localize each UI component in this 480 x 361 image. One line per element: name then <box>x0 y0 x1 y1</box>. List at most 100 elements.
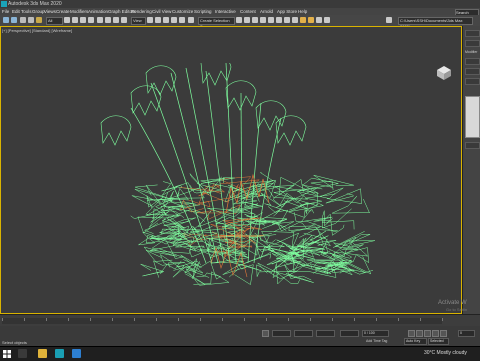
go-to-start-icon[interactable] <box>408 330 415 337</box>
weather-widget[interactable]: 30°C Mostly cloudy <box>424 350 467 356</box>
grass-blade <box>278 176 320 196</box>
modifier-stack[interactable] <box>465 96 480 138</box>
object-name-field[interactable] <box>465 40 480 47</box>
named-selection-dropdown[interactable]: Create Selection Se <box>198 17 235 29</box>
project-path-dropdown[interactable]: C:\Users\SSH\Documents\3ds Max 2020\ <box>398 17 473 29</box>
rotate-icon[interactable] <box>105 17 111 23</box>
next-frame-icon[interactable] <box>432 330 439 337</box>
task-view-icon[interactable] <box>18 349 27 358</box>
render-frame-icon[interactable] <box>300 17 306 23</box>
selected-dropdown[interactable]: Selected <box>428 338 449 345</box>
angle-snap-icon[interactable] <box>163 17 169 23</box>
window-crossing-icon[interactable] <box>88 17 94 23</box>
timeline-tick <box>288 318 289 321</box>
menu-content[interactable]: Content <box>240 8 256 15</box>
frame-counter[interactable]: 0 / 100 <box>362 330 389 337</box>
percent-snap-icon[interactable] <box>171 17 177 23</box>
file-explorer-icon[interactable] <box>38 349 47 358</box>
rectangular-selection-icon[interactable] <box>80 17 86 23</box>
timeline-tick <box>178 318 179 321</box>
leaf-head <box>130 85 162 116</box>
move-icon[interactable] <box>97 17 103 23</box>
workspace-icon[interactable] <box>386 17 392 23</box>
timeline-tick <box>200 318 201 321</box>
windows-start-icon[interactable] <box>3 350 11 358</box>
menu-tools[interactable]: Tools <box>21 8 32 15</box>
bind-space-warp-icon[interactable] <box>36 17 42 23</box>
menu-help[interactable]: Help <box>298 8 307 15</box>
3ds-max-taskbar-icon[interactable] <box>55 349 64 358</box>
grass-model-wireframe[interactable] <box>91 63 431 293</box>
render-setup-icon[interactable] <box>292 17 298 23</box>
menu-customize[interactable]: Customize <box>172 8 193 15</box>
time-config-field[interactable]: 0 <box>458 330 475 337</box>
select-by-name-icon[interactable] <box>72 17 78 23</box>
y-coordinate-field[interactable] <box>294 330 313 337</box>
modifier-list-dropdown[interactable] <box>465 58 480 65</box>
add-time-tag[interactable]: Add Time Tag <box>366 339 387 343</box>
menu-create[interactable]: Create <box>56 8 70 15</box>
x-coordinate-field[interactable] <box>272 330 291 337</box>
layer-explorer-icon[interactable] <box>252 17 258 23</box>
viewport-label[interactable]: [+] [Perspective] [Standard] [Wireframe] <box>2 28 72 33</box>
schematic-view-icon[interactable] <box>276 17 282 23</box>
menu-views[interactable]: Views <box>44 8 56 15</box>
pivot-icon[interactable] <box>147 17 153 23</box>
selection-filter-dropdown[interactable]: All <box>46 17 63 25</box>
previous-frame-icon[interactable] <box>416 330 423 337</box>
menu-arnold[interactable]: Arnold <box>260 8 273 15</box>
render-icon[interactable] <box>308 17 314 23</box>
panel-tabs[interactable] <box>465 30 480 37</box>
panel-row[interactable] <box>465 142 480 149</box>
menu-file[interactable]: File <box>2 8 9 15</box>
scale-icon[interactable] <box>113 17 119 23</box>
menu-edit[interactable]: Edit <box>12 8 20 15</box>
menu-interactive[interactable]: Interactive <box>215 8 236 15</box>
place-icon[interactable] <box>121 17 127 23</box>
activation-watermark-subtitle: Go to Settin <box>446 307 468 312</box>
menu-bar: File Edit Tools Group Views Create Modif… <box>0 8 480 16</box>
menu-animation[interactable]: Animation <box>88 8 108 15</box>
panel-row[interactable] <box>465 78 480 85</box>
menu-civil-view[interactable]: Civil View <box>152 8 171 15</box>
auto-key-button[interactable]: Auto Key <box>404 338 427 345</box>
menu-rendering[interactable]: Rendering <box>131 8 152 15</box>
redo-icon[interactable] <box>11 17 17 23</box>
menu-scripting[interactable]: Scripting <box>194 8 212 15</box>
menu-group[interactable]: Group <box>32 8 45 15</box>
panel-row[interactable] <box>465 68 480 75</box>
grass-blade <box>153 260 185 278</box>
timeline-track[interactable] <box>2 318 443 324</box>
photoshop-taskbar-icon[interactable] <box>72 349 81 358</box>
align-icon[interactable] <box>244 17 250 23</box>
snaps-toggle-icon[interactable] <box>155 17 161 23</box>
menu-app-store[interactable]: App Store <box>277 8 297 15</box>
windows-taskbar: 30°C Mostly cloudy <box>0 346 480 361</box>
spinner-snap-icon[interactable] <box>179 17 185 23</box>
go-to-end-icon[interactable] <box>440 330 447 337</box>
perspective-viewport[interactable]: [+] [Perspective] [Standard] [Wireframe] <box>0 26 462 314</box>
render-online-icon[interactable] <box>316 17 322 23</box>
grass-blade <box>309 236 357 257</box>
viewcube-icon[interactable] <box>433 65 455 81</box>
link-icon[interactable] <box>20 17 26 23</box>
play-icon[interactable] <box>424 330 431 337</box>
material-editor-icon[interactable] <box>284 17 290 23</box>
z-coordinate-field[interactable] <box>316 330 335 337</box>
ribbon-icon[interactable] <box>260 17 266 23</box>
timeline-tick <box>90 318 91 321</box>
timeline-tick <box>332 318 333 321</box>
curve-editor-icon[interactable] <box>268 17 274 23</box>
edit-named-selection-icon[interactable] <box>188 17 194 23</box>
unlink-icon[interactable] <box>28 17 34 23</box>
grid-field[interactable] <box>340 330 359 337</box>
mirror-icon[interactable] <box>236 17 242 23</box>
a360-icon[interactable] <box>324 17 330 23</box>
leaf-head <box>100 115 132 146</box>
menu-modifiers[interactable]: Modifiers <box>70 8 88 15</box>
reference-coordinate-dropdown[interactable]: View <box>131 17 146 25</box>
select-object-icon[interactable] <box>64 17 70 23</box>
undo-icon[interactable] <box>3 17 9 23</box>
lock-selection-icon[interactable] <box>262 330 269 337</box>
grass-blade <box>321 213 355 236</box>
